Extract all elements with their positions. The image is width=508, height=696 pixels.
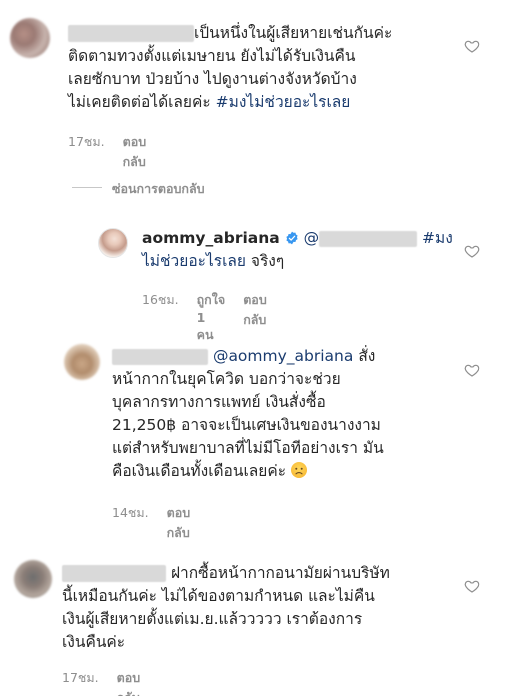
heart-outline-icon[interactable]: [464, 578, 480, 594]
heart-outline-icon[interactable]: [464, 38, 480, 54]
comment-meta: 17ชม. ตอบกลับ: [68, 132, 146, 172]
reply-button[interactable]: ตอบกลับ: [167, 503, 191, 543]
mention-link[interactable]: @aommy_abriana: [213, 347, 353, 365]
comment-text: ฝากซื้อหน้ากากอนามัยผ่านบริษัท นี้เหมือน…: [62, 564, 390, 651]
username-link[interactable]: aommy_abriana: [142, 229, 280, 247]
comment-text: เป็นหนึ่งในผู้เสียหายเช่นกันค่ะ ติดตามทว…: [68, 24, 393, 111]
avatar[interactable]: [98, 228, 128, 258]
timestamp: 16ชม.: [142, 292, 179, 307]
heart-outline-icon[interactable]: [464, 243, 480, 259]
sad-face-emoji: [290, 462, 307, 478]
mention-link[interactable]: @: [304, 229, 418, 247]
reply-button[interactable]: ตอบกลับ: [243, 290, 267, 345]
comment-meta: 17ชม. ตอบกลับ: [62, 668, 140, 696]
blurred-username[interactable]: [68, 25, 194, 42]
blurred-username: [319, 230, 418, 247]
reply-meta: 14ชม. ตอบกลับ: [112, 503, 190, 543]
reply-meta: 16ชม. ถูกใจ 1 คน ตอบกลับ: [142, 290, 267, 345]
reply-text: @aommy_abriana สั่ง หน้ากากในยุคโควิด บอ…: [112, 347, 384, 480]
likes-count[interactable]: ถูกใจ 1 คน: [197, 290, 226, 345]
blurred-username[interactable]: [112, 348, 208, 365]
verified-badge-icon: [286, 231, 298, 245]
timestamp: 14ชม.: [112, 505, 149, 520]
heart-outline-icon[interactable]: [464, 362, 480, 378]
reply-button[interactable]: ตอบกลับ: [123, 132, 147, 172]
hashtag-link[interactable]: ไม่ช่วยอะไรเลย: [142, 252, 246, 270]
reply-button[interactable]: ตอบกลับ: [117, 668, 141, 696]
blurred-username[interactable]: [62, 565, 166, 582]
reply-text: aommy_abriana @ #มง ไม่ช่วยอะไรเลย จริงๆ: [142, 229, 453, 270]
hashtag-link[interactable]: #มง: [422, 229, 453, 247]
avatar[interactable]: [64, 344, 100, 380]
divider: [72, 187, 102, 188]
avatar[interactable]: [10, 18, 50, 58]
hashtag-link[interactable]: #มงไม่ช่วยอะไรเลย: [216, 93, 351, 111]
timestamp: 17ชม.: [68, 134, 105, 149]
hide-replies-button[interactable]: ซ่อนการตอบกลับ: [112, 179, 205, 199]
timestamp: 17ชม.: [62, 670, 99, 685]
avatar[interactable]: [14, 560, 52, 598]
